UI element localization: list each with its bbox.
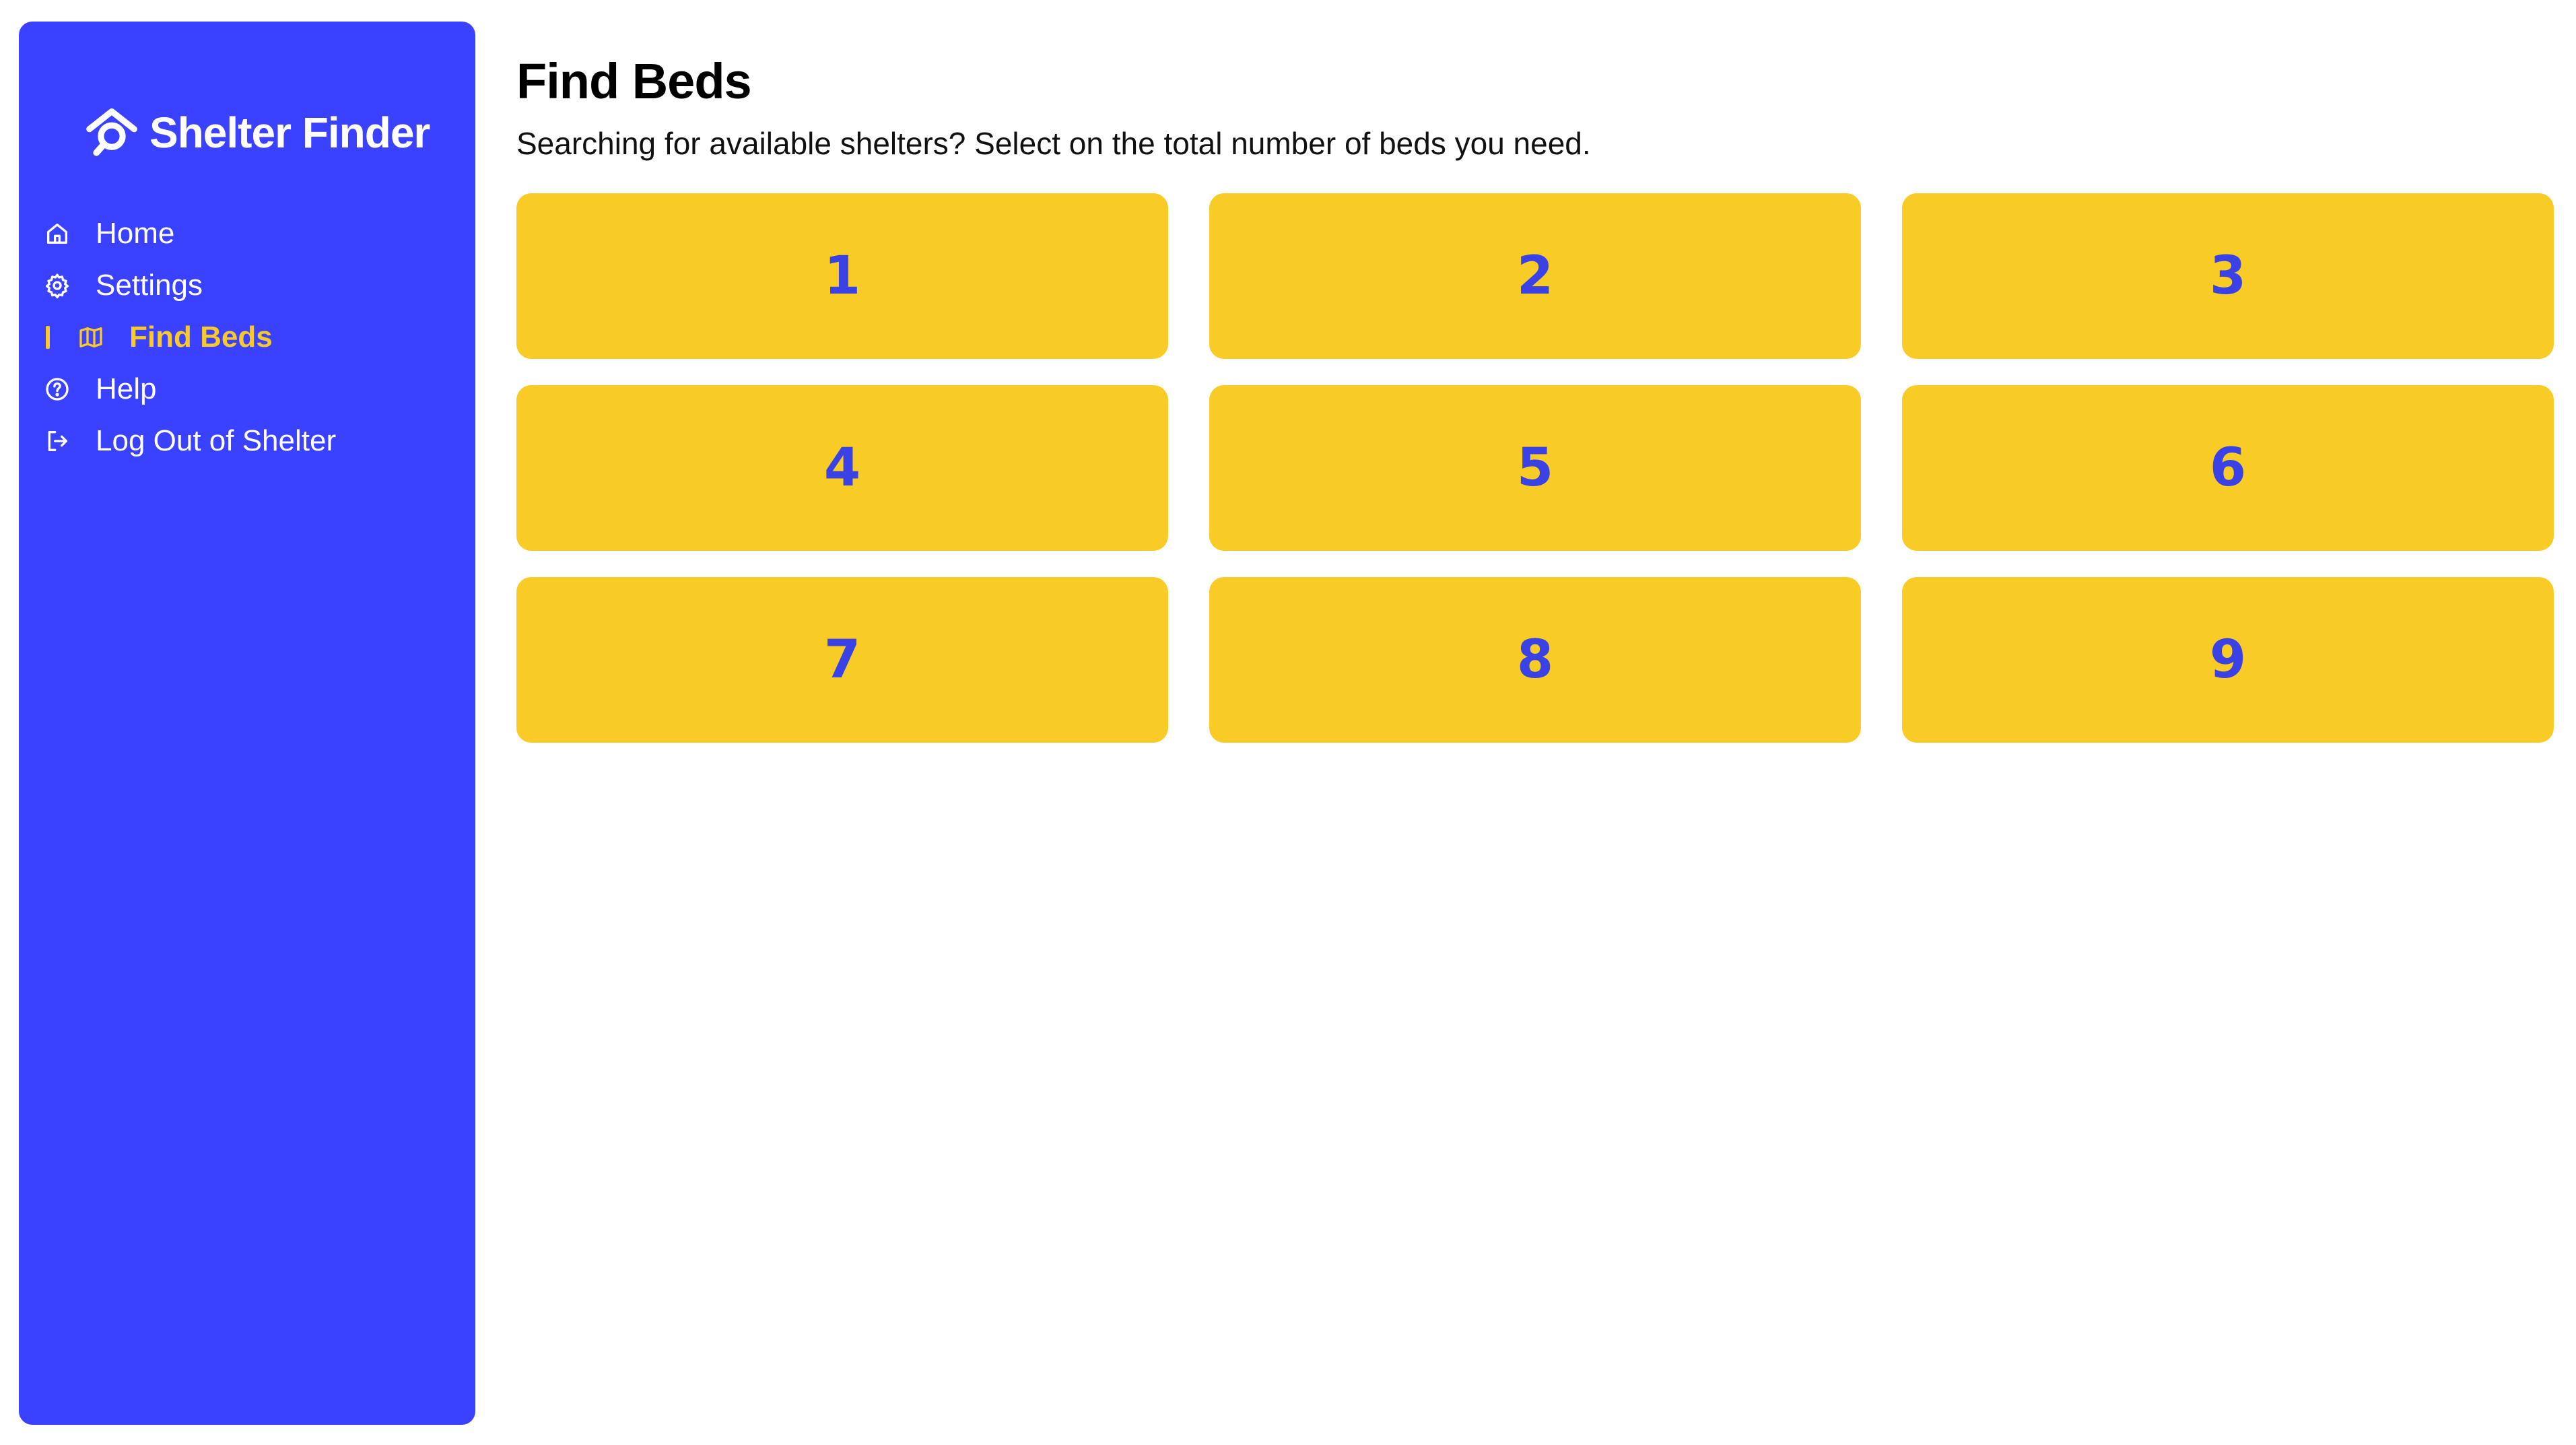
bed-count-label: 9	[2209, 630, 2247, 690]
house-search-icon	[83, 104, 140, 161]
app: Shelter Finder Home Settings Find Beds H…	[0, 0, 2576, 1445]
bed-count-button-9[interactable]: 9	[1902, 577, 2554, 743]
bed-count-label: 7	[823, 630, 861, 690]
bed-count-button-1[interactable]: 1	[516, 193, 1168, 359]
bed-count-button-5[interactable]: 5	[1209, 385, 1861, 551]
bed-count-grid: 1 2 3 4 5 6 7 8 9	[516, 193, 2554, 743]
active-indicator	[46, 325, 50, 349]
brand[interactable]: Shelter Finder	[83, 96, 430, 170]
bed-count-button-4[interactable]: 4	[516, 385, 1168, 551]
sidebar-item-label: Log Out of Shelter	[96, 424, 337, 457]
bed-count-button-6[interactable]: 6	[1902, 385, 2554, 551]
sidebar-item-help[interactable]: Help	[19, 363, 475, 415]
bed-count-label: 1	[823, 246, 861, 306]
sidebar-item-log-out[interactable]: Log Out of Shelter	[19, 415, 475, 467]
sidebar-item-label: Help	[96, 372, 157, 405]
bed-count-button-2[interactable]: 2	[1209, 193, 1861, 359]
bed-count-label: 5	[1516, 438, 1554, 498]
page-subtitle: Searching for available shelters? Select…	[516, 126, 1591, 161]
bed-count-label: 2	[1516, 246, 1554, 306]
page-title: Find Beds	[516, 53, 752, 109]
sidebar-item-label: Find Beds	[129, 320, 273, 354]
bed-count-label: 8	[1516, 630, 1554, 690]
bed-count-label: 3	[2209, 246, 2247, 306]
sidebar-item-find-beds[interactable]: Find Beds	[19, 311, 475, 363]
bed-count-button-8[interactable]: 8	[1209, 577, 1861, 743]
logout-icon	[43, 427, 71, 455]
bed-count-button-7[interactable]: 7	[516, 577, 1168, 743]
sidebar-nav: Home Settings Find Beds Help Log Out of …	[19, 207, 475, 467]
sidebar-item-settings[interactable]: Settings	[19, 259, 475, 311]
sidebar-item-home[interactable]: Home	[19, 207, 475, 259]
bed-count-label: 6	[2209, 438, 2247, 498]
help-circle-icon	[43, 375, 71, 403]
bed-count-label: 4	[823, 438, 861, 498]
home-icon	[43, 220, 71, 248]
gear-icon	[43, 271, 71, 300]
brand-name: Shelter Finder	[149, 108, 430, 157]
sidebar-item-label: Settings	[96, 268, 203, 302]
bed-count-button-3[interactable]: 3	[1902, 193, 2554, 359]
sidebar-item-label: Home	[96, 216, 175, 250]
sidebar: Shelter Finder Home Settings Find Beds H…	[19, 22, 475, 1425]
map-icon	[77, 323, 105, 351]
